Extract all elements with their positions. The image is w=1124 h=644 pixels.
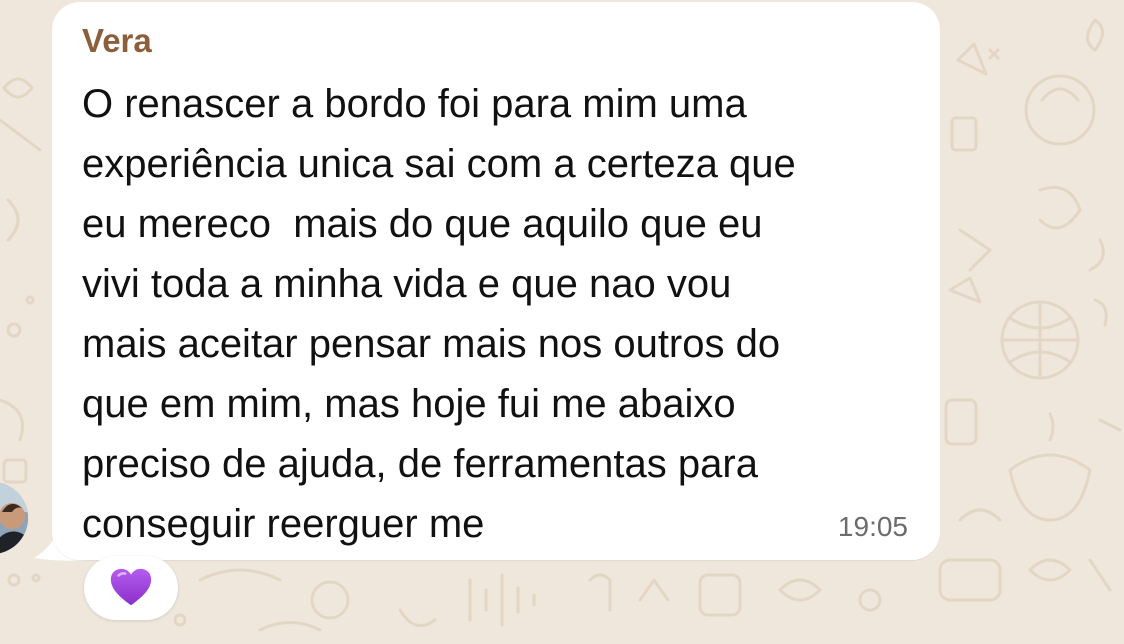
sender-name[interactable]: Vera: [82, 22, 152, 60]
message-line: preciso de ajuda, de ferramentas para: [82, 442, 758, 486]
message-line: que em mim, mas hoje fui me abaixo: [82, 382, 736, 426]
message-line: eu mereco mais do que aquilo que eu: [82, 202, 763, 246]
message-line: mais aceitar pensar mais nos outros do: [82, 322, 781, 366]
message-bubble[interactable]: Vera O renascer a bordo foi para mim uma…: [52, 2, 940, 560]
message-line: experiência unica sai com a certeza que: [82, 142, 796, 186]
message-text: O renascer a bordo foi para mim uma expe…: [82, 74, 932, 554]
reaction-badge[interactable]: [84, 556, 178, 620]
message-line: vivi toda a minha vida e que nao vou: [82, 262, 732, 306]
purple-heart-icon: [110, 568, 152, 606]
message-timestamp: 19:05: [837, 511, 908, 542]
message-line: conseguir reerguer me: [82, 502, 485, 546]
message-line: O renascer a bordo foi para mim uma: [82, 82, 747, 126]
